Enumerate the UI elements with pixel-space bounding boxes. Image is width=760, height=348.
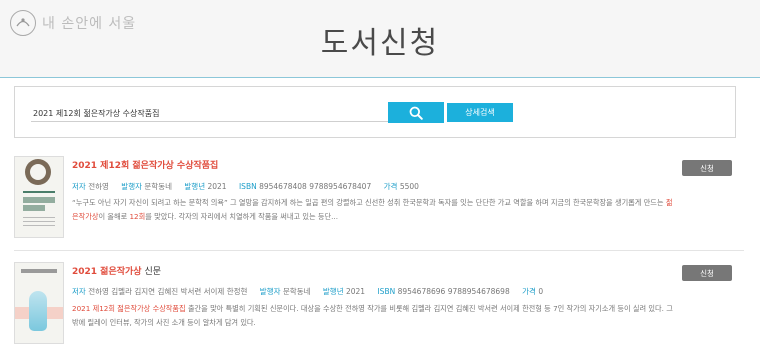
- page-title: 도서신청: [320, 26, 440, 61]
- book-title-link[interactable]: 2021 젊은작가상 신문: [72, 264, 161, 277]
- result-item: 2021 젊은작가상 신문 저자 전하영 김멜라 김지연 김혜진 박서련 서이제…: [14, 262, 744, 348]
- year-value: 2021: [207, 182, 227, 191]
- apply-button[interactable]: 신청: [682, 160, 732, 176]
- apply-button[interactable]: 신청: [682, 265, 732, 281]
- search-input[interactable]: [31, 105, 389, 122]
- year-label: 발행년: [322, 287, 344, 296]
- year-value: 2021: [345, 287, 366, 296]
- page-header: 내 손안에 서울 도서신청: [0, 0, 760, 78]
- book-description: “누구도 아닌 자기 자신이 되려고 하는 문학적 의욕” 그 열망을 감지하게…: [72, 198, 673, 221]
- search-icon: [409, 106, 423, 120]
- advanced-search-button[interactable]: 상세검색: [447, 103, 513, 122]
- author-value: 전하영 김멜라 김지연 김혜진 박서련 서이제 한정현: [88, 287, 248, 296]
- book-description: 2021 제12회 젊은작가상 수상작품집 출간을 맞아 특별히 기획된 신문이…: [72, 304, 673, 327]
- author-value: 전하영: [88, 182, 109, 191]
- isbn-value: 8954678696 9788954678698: [397, 287, 510, 296]
- search-panel: 상세검색: [14, 86, 736, 138]
- price-label: 가격: [522, 287, 536, 296]
- publisher-label: 발행자: [259, 287, 281, 296]
- search-button[interactable]: [388, 102, 444, 123]
- publisher-label: 발행자: [121, 182, 142, 191]
- isbn-label: ISBN: [238, 182, 257, 191]
- year-label: 발행년: [184, 182, 206, 191]
- book-cover[interactable]: [14, 262, 64, 344]
- price-value: 5500: [399, 182, 419, 191]
- divider: [14, 250, 744, 251]
- author-label: 저자: [72, 182, 86, 191]
- book-cover[interactable]: [14, 156, 64, 238]
- book-title-link[interactable]: 2021 제12회 젊은작가상 수상작품집: [72, 158, 218, 171]
- price-label: 가격: [383, 182, 398, 191]
- book-meta: 저자 전하영 김멜라 김지연 김혜진 박서련 서이제 한정현 발행자 문학동네 …: [72, 286, 543, 297]
- publisher-value: 문학동네: [282, 287, 311, 296]
- author-label: 저자: [72, 287, 86, 296]
- publisher-value: 문학동네: [144, 182, 172, 191]
- book-meta: 저자 전하영 발행자 문학동네 발행년 2021 ISBN 8954678408…: [72, 181, 419, 192]
- price-value: 0: [538, 287, 544, 296]
- isbn-label: ISBN: [377, 287, 396, 296]
- result-item: 2021 제12회 젊은작가상 수상작품집 저자 전하영 발행자 문학동네 발행…: [14, 156, 744, 244]
- isbn-value: 8954678408 9788954678407: [259, 182, 372, 191]
